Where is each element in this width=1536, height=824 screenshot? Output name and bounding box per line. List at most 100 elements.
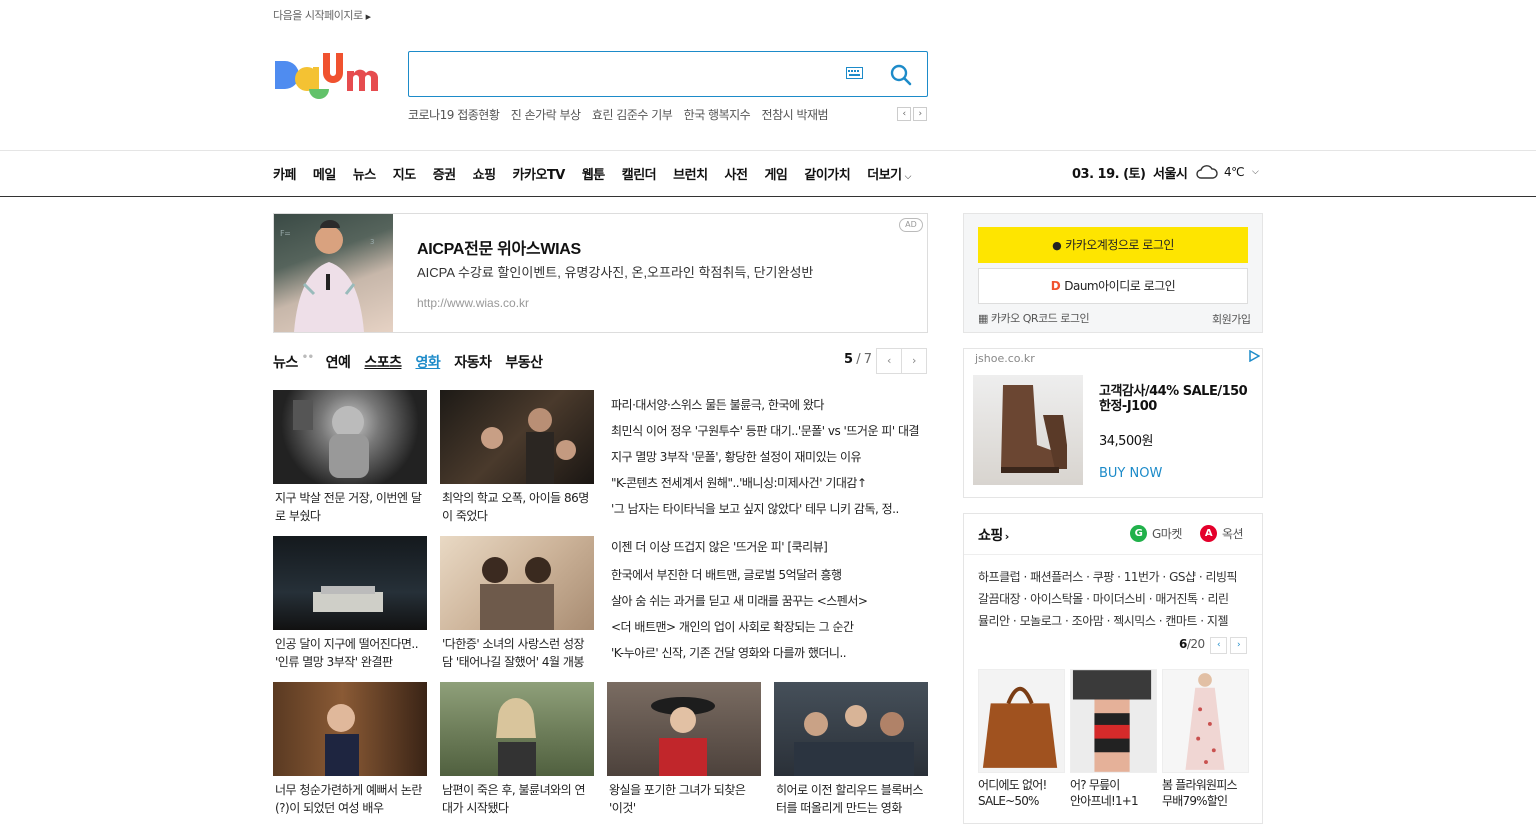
issue-keyword[interactable]: 전참시 박재범 — [762, 108, 829, 122]
headline-link[interactable]: '그 남자는 타이타닉을 보고 싶지 않았다' 테무 니키 감독, 정.. — [611, 500, 928, 517]
headline-link[interactable]: 최민식 이어 정우 '구원투수' 등판 대기..'문폴' vs '뜨거운 피' … — [611, 422, 928, 439]
tab-sports[interactable]: 스포츠 — [364, 352, 402, 372]
product-image[interactable] — [973, 375, 1083, 485]
product-title[interactable]: 고객감사/44% SALE/150한정-J100 — [1099, 384, 1257, 414]
shop-product[interactable]: 어? 무릎이 안아프네!1+1 — [1070, 669, 1157, 809]
headline-link[interactable]: "K-콘텐츠 전세계서 원해"..'배니싱:미제사건' 기대감↑ — [611, 474, 928, 491]
nav-calendar[interactable]: 캘린더 — [622, 164, 657, 183]
nav-webtoon[interactable]: 웹툰 — [582, 164, 605, 183]
issue-keyword[interactable]: 효린 김준수 기부 — [592, 108, 673, 122]
tab-car[interactable]: 자동차 — [454, 352, 492, 372]
nav-cafe[interactable]: 카페 — [273, 164, 296, 183]
issue-next-button[interactable]: › — [913, 107, 927, 121]
issue-keyword[interactable]: 진 손가락 부상 — [511, 108, 581, 122]
product-caption[interactable]: 어? 무릎이 안아프네!1+1 — [1070, 777, 1157, 809]
nav-news[interactable]: 뉴스 — [353, 164, 376, 183]
thumbnail[interactable] — [440, 682, 594, 776]
tab-movie[interactable]: 영화 — [415, 352, 440, 372]
news-card[interactable]: 남편이 죽은 후, 불륜녀와의 연대가 시작됐다 — [440, 682, 594, 817]
headline-link[interactable]: <더 배트맨> 개인의 업이 사회로 확장되는 그 순간 — [611, 618, 928, 635]
news-card[interactable]: 최악의 학교 오폭, 아이들 86명이 죽었다 — [440, 390, 594, 525]
shop-product[interactable]: 봄 플라워원피스 무배79%할인 — [1162, 669, 1249, 809]
nav-kakaotv[interactable]: 카카오TV — [513, 164, 566, 183]
headline-link[interactable]: 이젠 더 이상 뜨겁지 않은 '뜨거운 피' [쿡리뷰] — [611, 538, 928, 555]
weather-city[interactable]: 서울시 — [1153, 163, 1188, 182]
headline-link[interactable]: 한국에서 부진한 더 배트맨, 글로벌 5억달러 흥행 — [611, 566, 928, 583]
card-caption[interactable]: 최악의 학교 오폭, 아이들 86명이 죽었다 — [440, 489, 594, 525]
adchoices-icon[interactable] — [1248, 350, 1260, 362]
card-caption[interactable]: 인공 달이 지구에 떨어진다면.. '인류 멸망 3부작' 완결판 — [273, 635, 427, 671]
nav-brunch[interactable]: 브런치 — [673, 164, 708, 183]
auction-link[interactable]: A 옥션 — [1200, 525, 1244, 542]
product-ad[interactable]: jshoe.co.kr 고객감사/44% SALE/150한정-J100 34,… — [963, 348, 1263, 498]
news-card[interactable]: 너무 청순가련하게 예뻐서 논란(?)이 되었던 여성 배우 — [273, 682, 427, 817]
card-caption[interactable]: 너무 청순가련하게 예뻐서 논란(?)이 되었던 여성 배우 — [273, 781, 427, 817]
product-image[interactable] — [978, 669, 1065, 773]
card-caption[interactable]: 지구 박살 전문 거장, 이번엔 달로 부쉈다 — [273, 489, 427, 525]
kakao-login-button[interactable]: ● 카카오계정으로 로그인 — [978, 227, 1248, 263]
news-card[interactable]: 히어로 이전 할리우드 블록버스터를 떠올리게 만드는 영화 — [774, 682, 928, 817]
card-caption[interactable]: '다한증' 소녀의 사랑스런 성장담 '태어나길 잘했어' 4월 개봉 — [440, 635, 594, 671]
search-box[interactable] — [408, 51, 928, 97]
nav-shopping[interactable]: 쇼핑 — [473, 164, 496, 183]
signup-link[interactable]: 회원가입 — [1212, 311, 1251, 327]
daum-logo[interactable] — [273, 49, 389, 99]
issue-prev-button[interactable]: ‹ — [897, 107, 911, 121]
keyboard-icon[interactable] — [846, 67, 863, 79]
issue-keyword[interactable]: 코로나19 접종현황 — [408, 108, 500, 122]
search-icon[interactable] — [889, 63, 913, 87]
card-caption[interactable]: 히어로 이전 할리우드 블록버스터를 떠올리게 만드는 영화 — [774, 781, 928, 817]
headline-link[interactable]: 파리·대서양·스위스 물든 불륜극, 한국에 왔다 — [611, 396, 928, 413]
news-card[interactable]: 왕실을 포기한 그녀가 되찾은 '이것' — [607, 682, 761, 817]
thumbnail[interactable] — [273, 536, 427, 630]
tab-realestate[interactable]: 부동산 — [505, 352, 543, 372]
issue-keyword[interactable]: 한국 행복지수 — [684, 108, 751, 122]
thumbnail[interactable] — [607, 682, 761, 776]
ad-description[interactable]: AICPA 수강료 할인이벤트, 유명강사진, 온,오프라인 학점취득, 단기완… — [417, 262, 813, 281]
shop-links-row[interactable]: 뮬리안 · 모놀로그 · 조아맘 · 젝시믹스 · 캔마트 · 지젤 — [978, 612, 1250, 629]
shop-next-button[interactable]: › — [1230, 637, 1247, 654]
product-image[interactable] — [1162, 669, 1249, 773]
qr-login-link[interactable]: ▦ 카카오 QR코드 로그인 — [978, 310, 1090, 326]
card-caption[interactable]: 남편이 죽은 후, 불륜녀와의 연대가 시작됐다 — [440, 781, 594, 817]
ad-image[interactable]: F= 3 — [274, 214, 393, 332]
thumbnail[interactable] — [440, 390, 594, 484]
daum-login-button[interactable]: D Daum아이디로 로그인 — [978, 268, 1248, 304]
nav-map[interactable]: 지도 — [393, 164, 416, 183]
product-image[interactable] — [1070, 669, 1157, 773]
card-caption[interactable]: 왕실을 포기한 그녀가 되찾은 '이것' — [607, 781, 761, 817]
nav-stock[interactable]: 증권 — [433, 164, 456, 183]
product-caption[interactable]: 봄 플라워원피스 무배79%할인 — [1162, 777, 1249, 809]
news-card[interactable]: '다한증' 소녀의 사랑스런 성장담 '태어나길 잘했어' 4월 개봉 — [440, 536, 594, 671]
headline-link[interactable]: 살아 숨 쉬는 과거를 딛고 새 미래를 꿈꾸는 <스펜서> — [611, 592, 928, 609]
next-page-button[interactable]: › — [901, 348, 927, 374]
ad-title[interactable]: AICPA전문 위아스WIAS — [417, 235, 581, 259]
gmarket-link[interactable]: G G마켓 — [1130, 525, 1182, 542]
nav-more[interactable]: 더보기 ⌵ — [867, 164, 911, 183]
ad-url[interactable]: http://www.wias.co.kr — [417, 296, 529, 310]
ad-domain[interactable]: jshoe.co.kr — [975, 352, 1035, 365]
thumbnail[interactable] — [440, 536, 594, 630]
buy-now-link[interactable]: BUY NOW — [1099, 466, 1162, 481]
shop-prev-button[interactable]: ‹ — [1210, 637, 1227, 654]
shopping-title[interactable]: 쇼핑 › — [978, 525, 1009, 545]
nav-together[interactable]: 같이가치 — [804, 164, 850, 183]
shop-links-row[interactable]: 갈끔대장 · 아이스탁몰 · 마이더스비 · 매거진톡 · 리린 — [978, 590, 1250, 607]
chevron-down-icon[interactable]: ⌵ — [1252, 167, 1259, 177]
news-card[interactable]: 인공 달이 지구에 떨어진다면.. '인류 멸망 3부작' 완결판 — [273, 536, 427, 671]
ad-banner[interactable]: F= 3 AICPA전문 위아스WIAS AICPA 수강료 할인이벤트, 유명… — [273, 213, 928, 333]
news-card[interactable]: 지구 박살 전문 거장, 이번엔 달로 부쉈다 — [273, 390, 427, 525]
search-input[interactable] — [419, 60, 829, 88]
tab-news[interactable]: 뉴스 — [273, 352, 298, 372]
thumbnail[interactable] — [273, 682, 427, 776]
product-caption[interactable]: 어디에도 없어! SALE~50% — [978, 777, 1065, 809]
set-start-page-link[interactable]: 다음을 시작페이지로 ▶ — [273, 7, 371, 23]
nav-dictionary[interactable]: 사전 — [725, 164, 748, 183]
tab-entertainment[interactable]: 연예 — [326, 352, 351, 372]
shop-product[interactable]: 어디에도 없어! SALE~50% — [978, 669, 1065, 809]
nav-game[interactable]: 게임 — [764, 164, 787, 183]
thumbnail[interactable] — [273, 390, 427, 484]
prev-page-button[interactable]: ‹ — [876, 348, 902, 374]
headline-link[interactable]: 지구 멸망 3부작 '문폴', 황당한 설정이 재미있는 이유 — [611, 448, 928, 465]
headline-link[interactable]: 'K-누아르' 신작, 기존 건달 영화와 다를까 했더니.. — [611, 644, 928, 661]
